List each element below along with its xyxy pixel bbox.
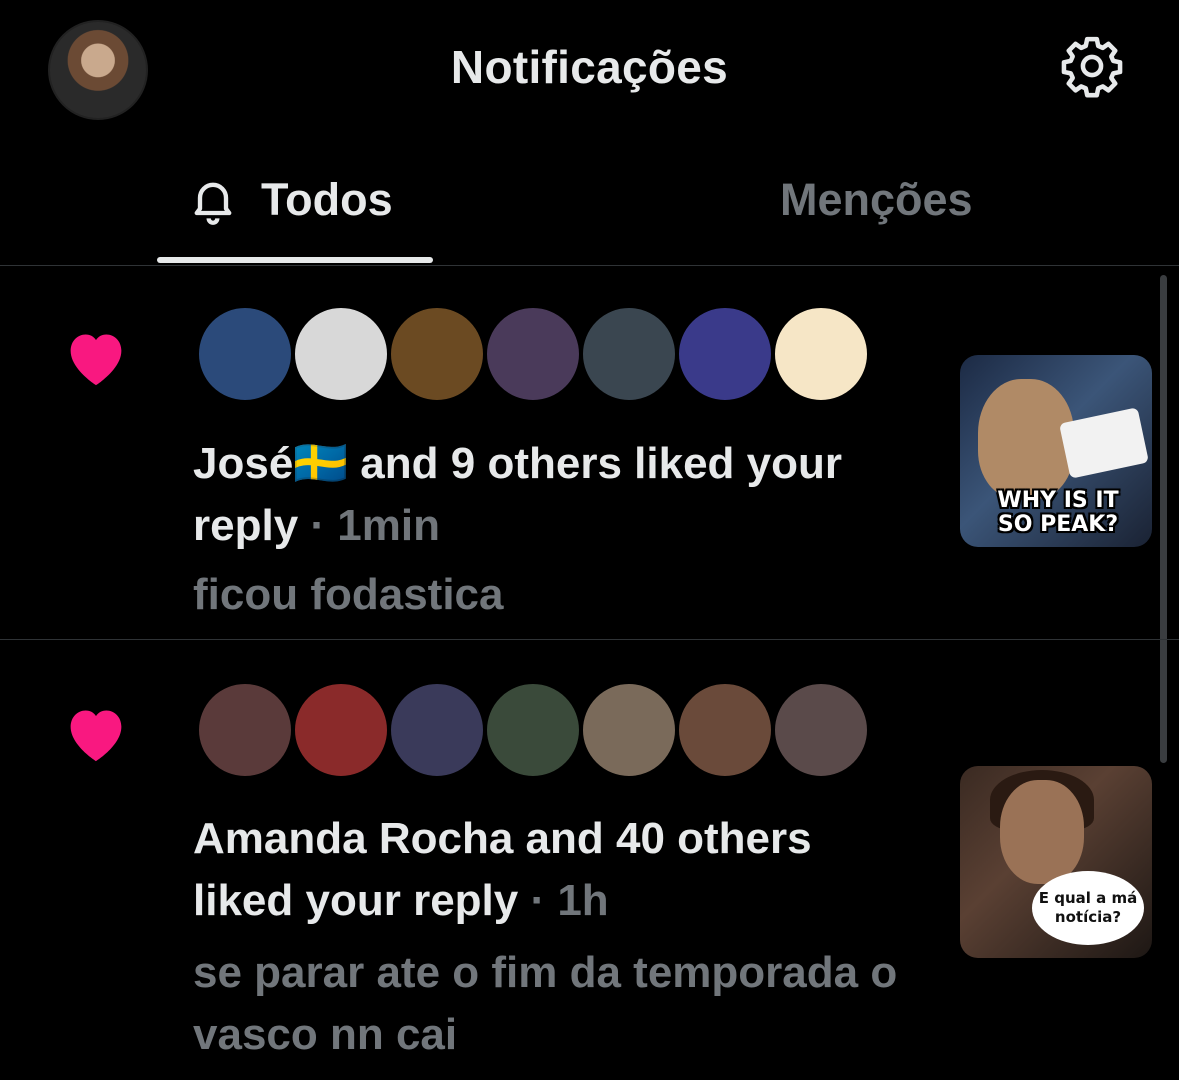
timestamp: · 1min — [298, 501, 440, 550]
avatar[interactable] — [197, 306, 293, 402]
avatar[interactable] — [389, 306, 485, 402]
thumbnail-person — [978, 379, 1074, 499]
top-bar: Notificações — [0, 0, 1179, 135]
bell-icon — [194, 182, 232, 225]
avatar[interactable] — [389, 682, 485, 778]
thumbnail-card — [1059, 407, 1149, 479]
avatar[interactable] — [293, 682, 389, 778]
notification-text: Amanda Rocha and 40 others liked your re… — [193, 808, 913, 932]
avatar[interactable] — [773, 306, 869, 402]
thumbnail-caption: E qual a má notícia? — [1032, 871, 1144, 945]
thumbnail-person — [1000, 780, 1084, 884]
timestamp: · 1h — [518, 876, 609, 925]
post-thumbnail[interactable]: E qual a má notícia? — [960, 766, 1152, 958]
page-title: Notificações — [450, 41, 729, 93]
notification-item[interactable]: José🇸🇪 and 9 others liked your reply · 1… — [0, 266, 1179, 640]
thumbnail-caption: WHY IS IT SO PEAK? — [997, 488, 1119, 537]
avatar[interactable] — [197, 682, 293, 778]
tab-all-label: Todos — [261, 174, 393, 225]
avatar[interactable] — [581, 682, 677, 778]
post-thumbnail[interactable]: WHY IS IT SO PEAK? — [960, 355, 1152, 547]
settings-gear-icon[interactable] — [1058, 32, 1126, 100]
avatar[interactable] — [485, 682, 581, 778]
actor-name[interactable]: José🇸🇪 — [193, 439, 348, 488]
avatar[interactable] — [677, 682, 773, 778]
tab-mentions[interactable]: Menções — [780, 174, 973, 226]
avatar[interactable] — [485, 306, 581, 402]
notification-item[interactable]: Amanda Rocha and 40 others liked your re… — [0, 640, 1179, 1080]
avatar[interactable] — [773, 682, 869, 778]
avatar[interactable] — [581, 306, 677, 402]
actor-name[interactable]: Amanda Rocha — [193, 814, 513, 863]
reply-snippet: ficou fodastica — [193, 570, 504, 619]
reply-snippet: se parar ate o fim da temporada o vasco … — [193, 948, 898, 1059]
heart-icon — [70, 710, 122, 762]
tab-all[interactable]: Todos — [157, 150, 433, 265]
avatar[interactable] — [677, 306, 773, 402]
active-tab-indicator — [157, 257, 433, 263]
avatar[interactable] — [293, 306, 389, 402]
notification-text: José🇸🇪 and 9 others liked your reply · 1… — [193, 433, 913, 557]
notification-tabs: Todos Menções — [0, 150, 1179, 266]
heart-icon — [70, 334, 122, 386]
